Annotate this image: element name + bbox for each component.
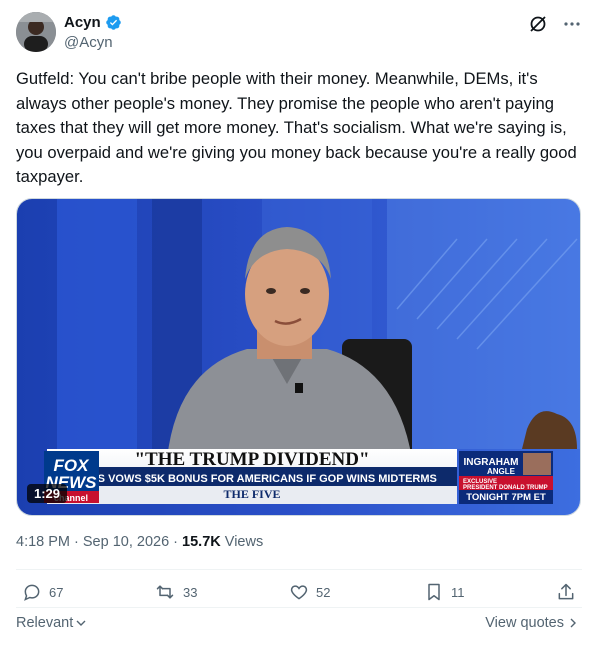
video-duration: 1:29	[27, 484, 68, 503]
sort-dropdown[interactable]: Relevant	[16, 615, 87, 631]
chevron-right-icon	[570, 618, 576, 628]
sort-label: Relevant	[16, 615, 74, 631]
handle[interactable]: @Acyn	[64, 34, 113, 51]
bookmark-button[interactable]: 11	[424, 582, 465, 602]
views-count: 15.7K	[182, 534, 221, 550]
verified-badge-icon	[105, 15, 121, 30]
reply-button[interactable]: 67	[22, 582, 63, 602]
bookmark-icon	[428, 583, 440, 601]
like-count: 52	[316, 584, 331, 600]
chevron-down-icon	[76, 620, 86, 626]
tweet-meta: 4:18 PM · Sep 10, 2026 · 15.7K Views	[16, 534, 263, 550]
timestamp[interactable]: 4:18 PM · Sep 10, 2026 ·	[16, 534, 182, 550]
heart-icon	[290, 585, 308, 600]
divider	[16, 607, 582, 608]
reply-count: 67	[49, 584, 64, 600]
view-quotes-label: View quotes	[485, 615, 564, 631]
more-options-icon[interactable]	[562, 14, 582, 34]
promo-time: TONIGHT 7PM ET	[466, 492, 546, 503]
avatar[interactable]	[16, 12, 56, 52]
promo-show-sub: ANGLE	[487, 467, 516, 476]
action-bar: 67 33 52 11	[16, 582, 582, 606]
share-icon	[558, 583, 574, 600]
view-quotes-link[interactable]: View quotes	[485, 615, 578, 631]
reply-icon	[24, 584, 40, 601]
grok-icon[interactable]	[528, 14, 548, 34]
repost-icon	[156, 585, 174, 599]
repost-count: 33	[183, 584, 198, 600]
like-button[interactable]: 52	[289, 582, 330, 602]
video-player[interactable]: "THE TRUMP DIVIDEND" POTUS VOWS $5K BONU…	[16, 198, 581, 516]
repost-button[interactable]: 33	[154, 582, 197, 602]
views-label: Views	[220, 534, 264, 550]
chyron-headline: "THE TRUMP DIVIDEND"	[134, 449, 369, 470]
bookmark-count: 11	[451, 584, 465, 600]
tweet-text: Gutfeld: You can't bribe people with the…	[16, 69, 577, 186]
display-name[interactable]: Acyn	[64, 14, 101, 31]
show-name: THE FIVE	[223, 487, 280, 501]
tweet-header: Acyn @Acyn	[16, 10, 582, 56]
divider	[16, 569, 582, 570]
replies-footer: Relevant View quotes	[16, 615, 582, 635]
share-button[interactable]	[556, 582, 576, 602]
chyron-subhead: POTUS VOWS $5K BONUS FOR AMERICANS IF GO…	[67, 473, 437, 485]
promo-line2: PRESIDENT DONALD TRUMP	[463, 485, 548, 491]
